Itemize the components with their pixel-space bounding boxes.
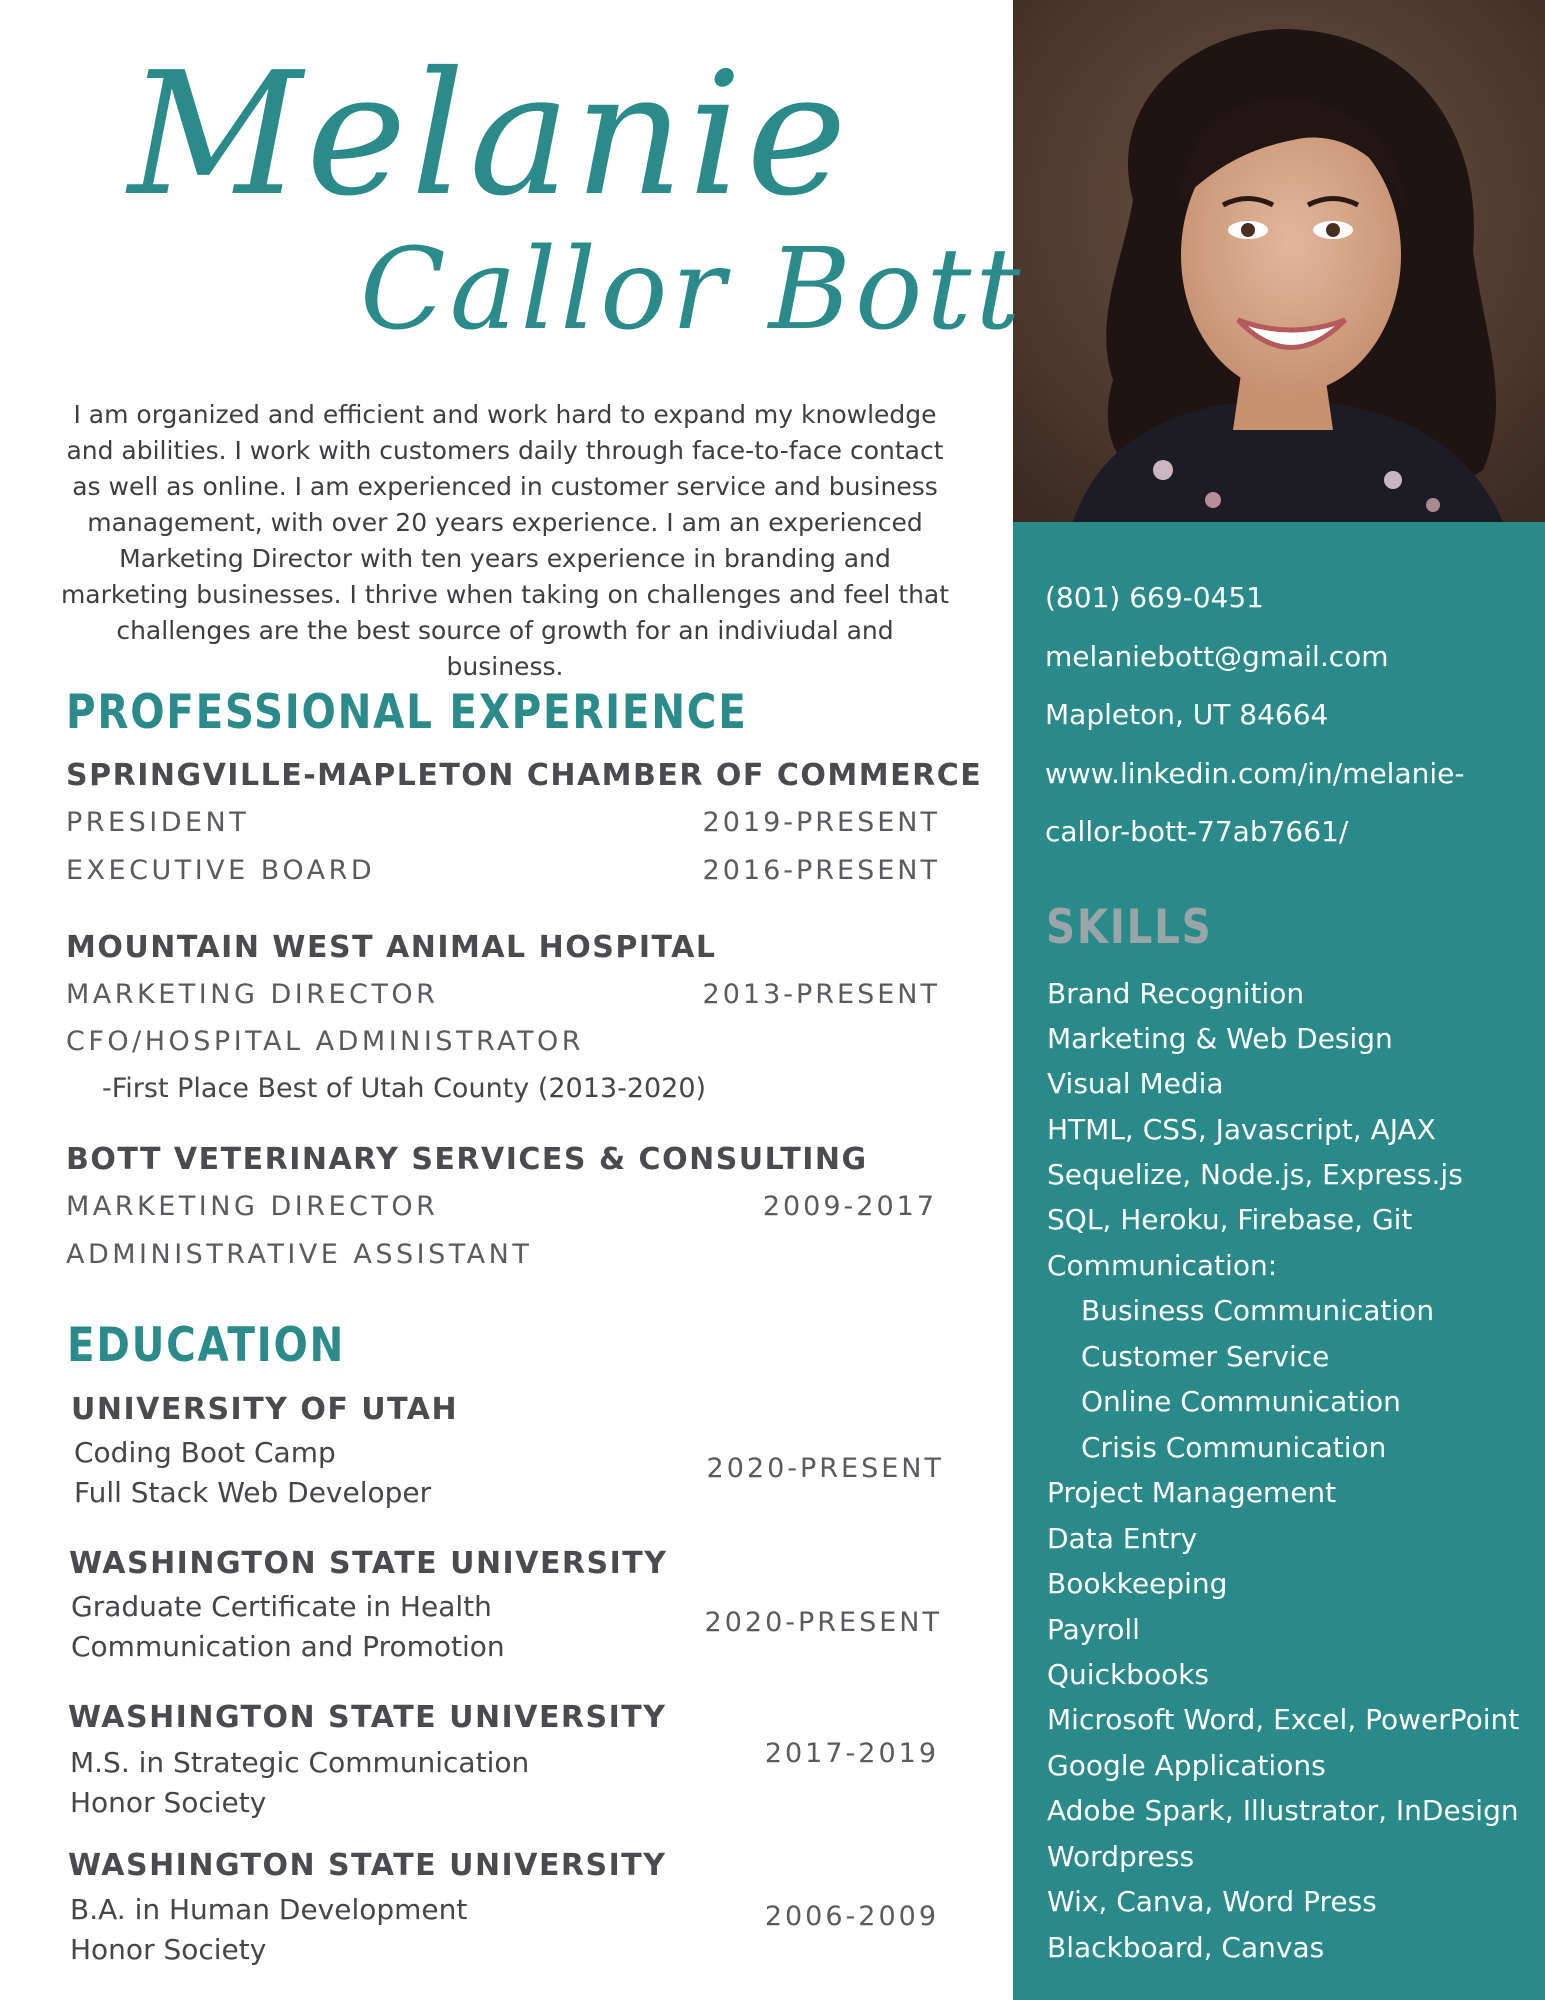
role-dates: 2013-PRESENT	[702, 979, 940, 1010]
contact-phone[interactable]: (801) 669-0451	[1045, 580, 1525, 616]
skill-item: Communication:	[1047, 1249, 1278, 1282]
skill-item: Blackboard, Canvas	[1047, 1931, 1325, 1964]
role-title: ADMINISTRATIVE ASSISTANT	[66, 1239, 533, 1270]
school-detail: M.S. in Strategic Communication	[70, 1746, 530, 1779]
role-dates: 2016-PRESENT	[702, 855, 940, 886]
role-title: MARKETING DIRECTOR	[66, 979, 439, 1010]
skill-item: Bookkeeping	[1047, 1567, 1228, 1600]
name-last: Callor Bott	[360, 225, 1025, 355]
skill-item: Marketing & Web Design	[1047, 1022, 1393, 1055]
award-note: -First Place Best of Utah County (2013-2…	[102, 1073, 707, 1104]
school-dates: 2020-PRESENT	[704, 1607, 942, 1638]
contact-linkedin-cont[interactable]: callor-bott-77ab7661/	[1045, 814, 1525, 850]
skill-subitem: Customer Service	[1081, 1340, 1330, 1373]
school-dates: 2017-2019	[764, 1738, 939, 1769]
skill-item: Project Management	[1047, 1476, 1337, 1509]
school-detail: B.A. in Human Development	[70, 1893, 468, 1926]
role-title: CFO/HOSPITAL ADMINISTRATOR	[66, 1026, 585, 1057]
role-dates: 2019-PRESENT	[702, 807, 940, 838]
skill-item: Wordpress	[1047, 1840, 1195, 1873]
role-dates: 2009-2017	[762, 1191, 937, 1222]
org-name: BOTT VETERINARY SERVICES & CONSULTING	[66, 1142, 868, 1177]
school-detail: Coding Boot Camp	[74, 1436, 336, 1469]
education-heading: EDUCATION	[67, 1318, 346, 1373]
contact-linkedin[interactable]: www.linkedin.com/in/melanie-	[1045, 756, 1525, 792]
school-name: WASHINGTON STATE UNIVERSITY	[69, 1546, 668, 1581]
school-name: UNIVERSITY OF UTAH	[71, 1392, 459, 1427]
school-detail: Honor Society	[70, 1933, 267, 1966]
skill-item: HTML, CSS, Javascript, AJAX	[1047, 1113, 1436, 1146]
school-detail: Communication and Promotion	[71, 1630, 505, 1663]
school-detail: Graduate Certificate in Health	[71, 1590, 492, 1623]
skill-item: Wix, Canva, Word Press	[1047, 1885, 1377, 1918]
experience-heading: PROFESSIONAL EXPERIENCE	[66, 685, 748, 740]
role-title: EXECUTIVE BOARD	[66, 855, 376, 886]
skill-item: Sequelize, Node.js, Express.js	[1047, 1158, 1463, 1191]
school-name: WASHINGTON STATE UNIVERSITY	[68, 1700, 667, 1735]
skill-subitem: Online Communication	[1081, 1385, 1401, 1418]
skills-heading: SKILLS	[1046, 900, 1213, 955]
profile-photo	[1013, 0, 1545, 522]
skill-subitem: Business Communication	[1081, 1294, 1435, 1327]
org-name: MOUNTAIN WEST ANIMAL HOSPITAL	[66, 930, 717, 965]
school-dates: 2020-PRESENT	[706, 1453, 944, 1484]
role-title: MARKETING DIRECTOR	[66, 1191, 439, 1222]
name-first: Melanie	[128, 36, 851, 234]
contact-location: Mapleton, UT 84664	[1045, 698, 1329, 731]
skill-item: Microsoft Word, Excel, PowerPoint	[1047, 1703, 1520, 1736]
skill-item: SQL, Heroku, Firebase, Git	[1047, 1203, 1413, 1236]
org-name: SPRINGVILLE-MAPLETON CHAMBER OF COMMERCE	[66, 758, 983, 793]
skill-item: Adobe Spark, Illustrator, InDesign	[1047, 1794, 1519, 1827]
skill-item: Visual Media	[1047, 1067, 1224, 1100]
skill-item: Payroll	[1047, 1613, 1140, 1646]
role-title: PRESIDENT	[66, 807, 250, 838]
skill-subitem: Crisis Communication	[1081, 1431, 1387, 1464]
contact-email[interactable]: melaniebott@gmail.com	[1045, 639, 1525, 675]
skill-item: Data Entry	[1047, 1522, 1198, 1555]
school-detail: Honor Society	[70, 1786, 267, 1819]
school-detail: Full Stack Web Developer	[74, 1476, 432, 1509]
skill-item: Google Applications	[1047, 1749, 1326, 1782]
summary-paragraph: I am organized and efficient and work ha…	[60, 400, 950, 681]
school-dates: 2006-2009	[764, 1901, 939, 1932]
school-name: WASHINGTON STATE UNIVERSITY	[68, 1848, 667, 1883]
skill-item: Brand Recognition	[1047, 977, 1305, 1010]
skill-item: Quickbooks	[1047, 1658, 1210, 1691]
